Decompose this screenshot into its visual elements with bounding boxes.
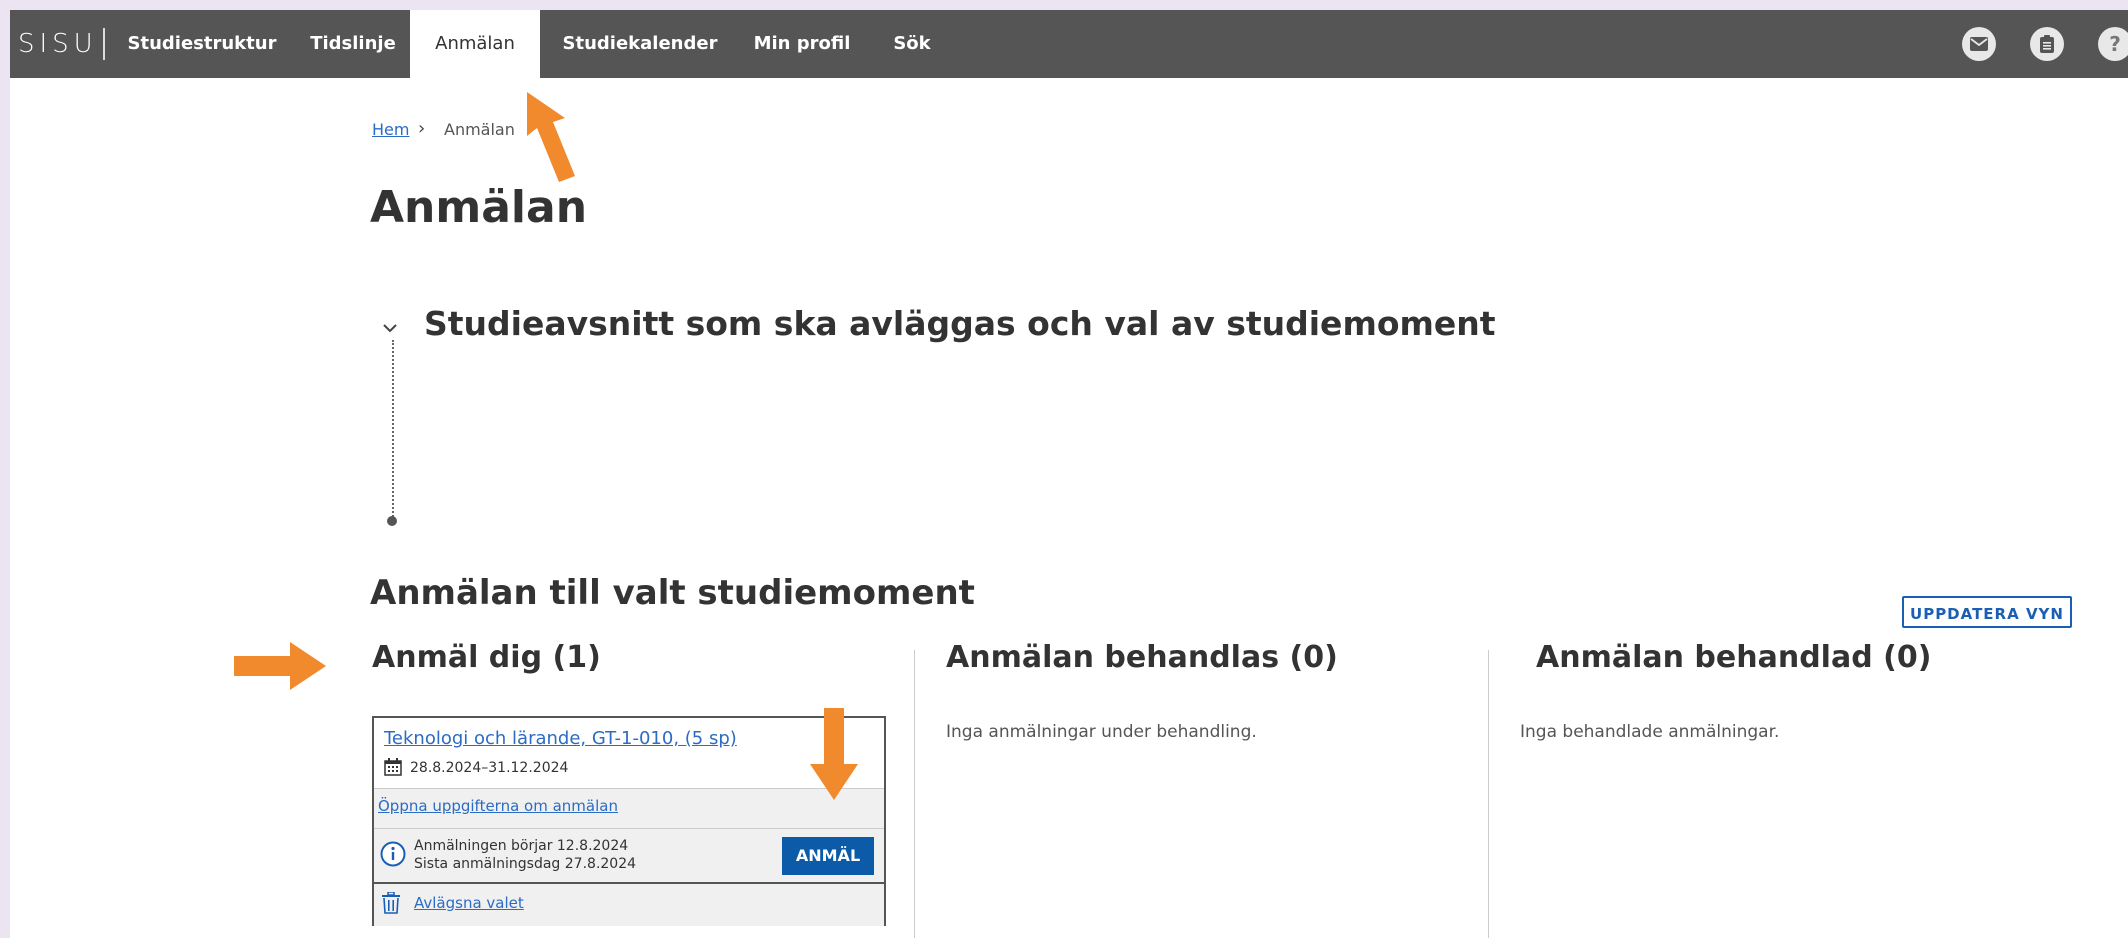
column-title-register: Anmäl dig (1) <box>372 640 601 675</box>
timeline-dot <box>387 516 397 526</box>
column-title-processed: Anmälan behandlad (0) <box>1536 640 1932 675</box>
top-navigation: SISU Studiestruktur Tidslinje Anmälan St… <box>10 10 2128 78</box>
breadcrumb-home-link[interactable]: Hem <box>372 120 409 139</box>
column-divider <box>1488 650 1489 938</box>
messages-icon[interactable] <box>1962 27 1996 61</box>
chevron-down-icon[interactable] <box>382 318 398 337</box>
page-title: Anmälan <box>370 182 588 233</box>
app-frame: SISU Studiestruktur Tidslinje Anmälan St… <box>10 10 2128 938</box>
processing-empty-text: Inga anmälningar under behandling. <box>946 722 1257 742</box>
logo-divider <box>103 28 105 60</box>
remove-band: Avlägsna valet <box>374 882 884 926</box>
registration-title: Anmälan till valt studiemoment <box>370 573 975 613</box>
nav-studiestruktur[interactable]: Studiestruktur <box>122 10 282 78</box>
column-title-processing: Anmälan behandlas (0) <box>946 640 1338 675</box>
help-icon[interactable]: ? <box>2098 27 2128 61</box>
course-dates: 28.8.2024–31.12.2024 <box>410 760 569 776</box>
annotation-arrow-up <box>527 92 575 182</box>
processed-empty-text: Inga behandlade anmälningar. <box>1520 722 1780 742</box>
timeline-line <box>392 340 394 520</box>
nav-studiekalender[interactable]: Studiekalender <box>562 10 718 78</box>
calendar-icon <box>384 758 402 780</box>
info-band: Anmälningen börjar 12.8.2024 Sista anmäl… <box>374 828 884 883</box>
notes-icon[interactable] <box>2030 27 2064 61</box>
breadcrumb-current: Anmälan <box>444 120 515 139</box>
trash-icon[interactable] <box>382 891 400 918</box>
nav-sok[interactable]: Sök <box>882 10 942 78</box>
open-details-link[interactable]: Öppna uppgifterna om anmälan <box>378 797 618 815</box>
info-icon <box>380 841 406 871</box>
sisu-logo[interactable]: SISU <box>18 28 98 60</box>
nav-min-profil[interactable]: Min profil <box>746 10 858 78</box>
registration-info: Anmälningen börjar 12.8.2024 Sista anmäl… <box>414 837 636 873</box>
registration-deadline: Sista anmälningsdag 27.8.2024 <box>414 856 637 872</box>
remove-selection-link[interactable]: Avlägsna valet <box>414 894 524 912</box>
breadcrumb-chevron-icon: › <box>418 118 426 139</box>
annotation-arrow-down <box>810 708 858 800</box>
course-link[interactable]: Teknologi och lärande, GT-1-010, (5 sp) <box>384 728 737 749</box>
annotation-arrow-right <box>234 642 326 690</box>
register-button[interactable]: ANMÄL <box>782 837 874 875</box>
nav-anmalan[interactable]: Anmälan <box>410 10 540 78</box>
nav-tidslinje[interactable]: Tidslinje <box>296 10 410 78</box>
registration-start: Anmälningen börjar 12.8.2024 <box>414 838 629 854</box>
refresh-view-button[interactable]: UPPDATERA VYN <box>1902 596 2072 628</box>
section-title: Studieavsnitt som ska avläggas och val a… <box>424 304 1496 343</box>
column-divider <box>914 650 915 938</box>
